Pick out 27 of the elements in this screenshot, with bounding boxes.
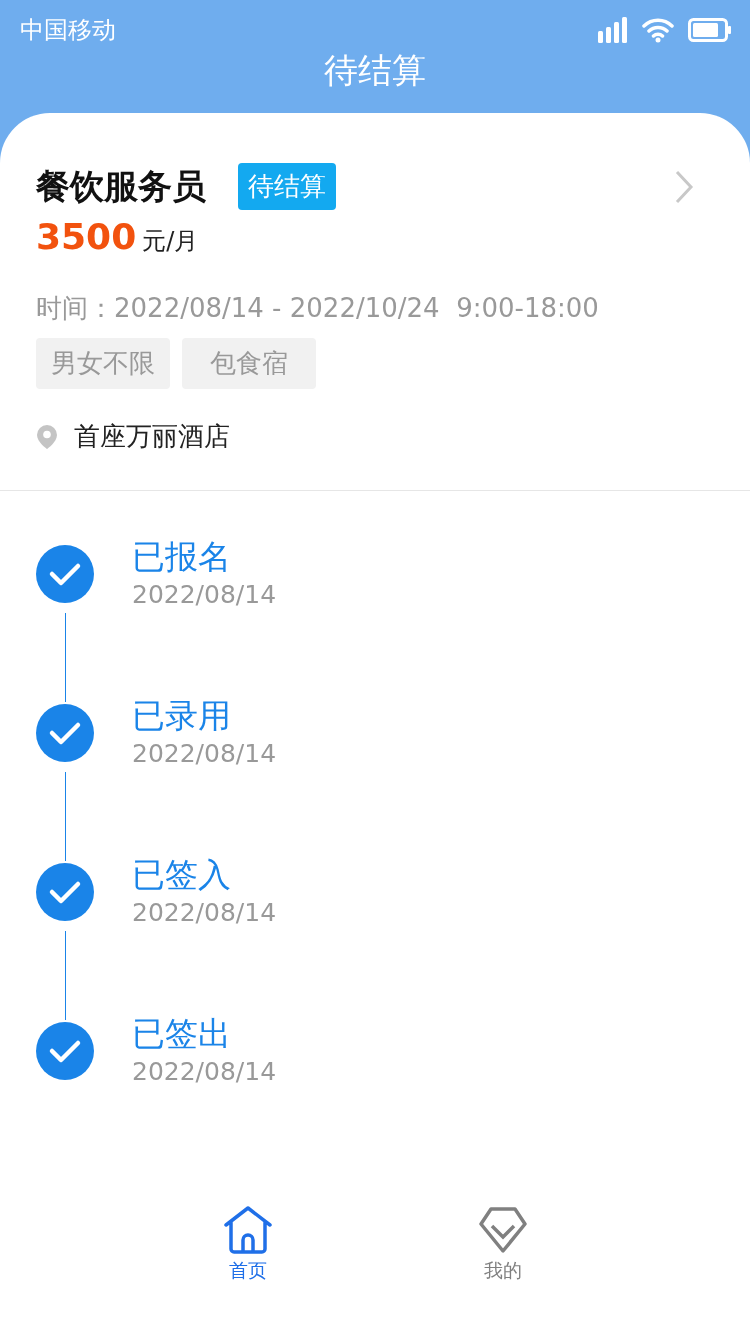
tab-item[interactable]: 我的 bbox=[477, 1206, 528, 1284]
chevron-right-icon[interactable] bbox=[674, 169, 694, 204]
location-pin-icon bbox=[36, 423, 58, 450]
step-date: 2022/08/14 bbox=[132, 898, 277, 927]
carrier-name: 中国移动 bbox=[20, 15, 116, 46]
wifi-icon bbox=[642, 17, 674, 43]
step-date: 2022/08/14 bbox=[132, 580, 277, 609]
job-tag: 包食宿 bbox=[182, 338, 316, 389]
gem-icon bbox=[477, 1206, 528, 1254]
salary-amount: 3500 bbox=[36, 216, 137, 257]
battery-icon bbox=[688, 18, 732, 42]
step-label: 已报名 bbox=[132, 536, 232, 578]
status-badge: 待结算 bbox=[238, 163, 336, 210]
work-time: 时间：2022/08/14 - 2022/10/24 9:00-18:00 bbox=[36, 292, 600, 325]
step-label: 已录用 bbox=[132, 695, 232, 737]
job-tag: 男女不限 bbox=[36, 338, 170, 389]
home-icon bbox=[222, 1206, 273, 1254]
step-date: 2022/08/14 bbox=[132, 1057, 277, 1086]
step-label: 已签入 bbox=[132, 854, 232, 896]
step-label: 已签出 bbox=[132, 1013, 232, 1055]
salary-unit: 元/月 bbox=[142, 226, 199, 257]
tab-item[interactable]: 首页 bbox=[222, 1206, 273, 1284]
page-title: 待结算 bbox=[323, 49, 427, 92]
job-title: 餐饮服务员 bbox=[36, 164, 206, 208]
step-date: 2022/08/14 bbox=[132, 739, 277, 768]
location-name: 首座万丽酒店 bbox=[74, 420, 230, 453]
signal-icon bbox=[598, 17, 628, 43]
